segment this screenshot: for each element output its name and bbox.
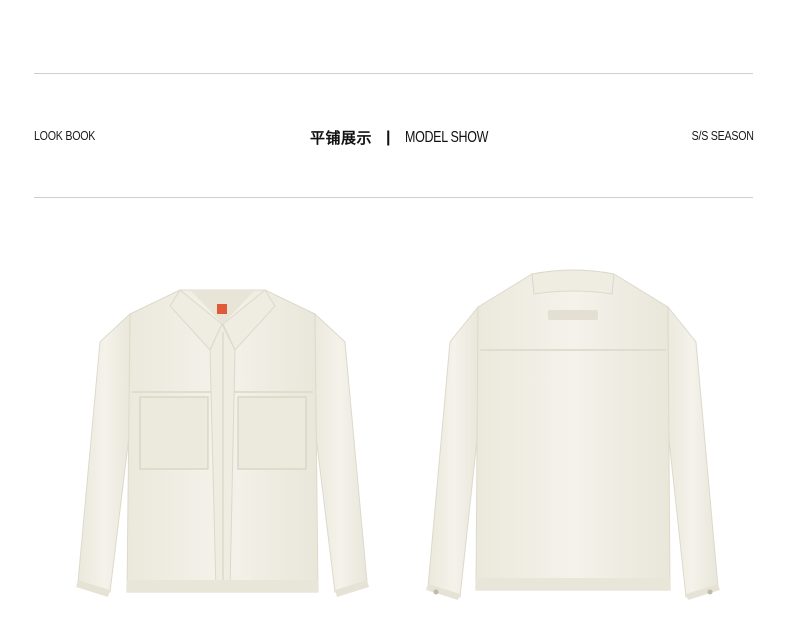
lookbook-label: LOOK BOOK (34, 128, 96, 143)
bottom-divider (34, 197, 753, 198)
jacket-back-image (426, 269, 720, 600)
title-separator: | (386, 128, 391, 146)
top-divider (34, 73, 753, 74)
back-logo-icon (548, 310, 598, 320)
section-title-en: MODEL SHOW (404, 128, 488, 146)
brand-label-icon (217, 304, 227, 314)
section-title-cn: 平铺展示 (310, 129, 373, 147)
jacket-front-image (76, 289, 369, 597)
section-title: 平铺展示 | MODEL SHOW (310, 127, 511, 148)
season-label: S/S SEASON (691, 128, 754, 143)
